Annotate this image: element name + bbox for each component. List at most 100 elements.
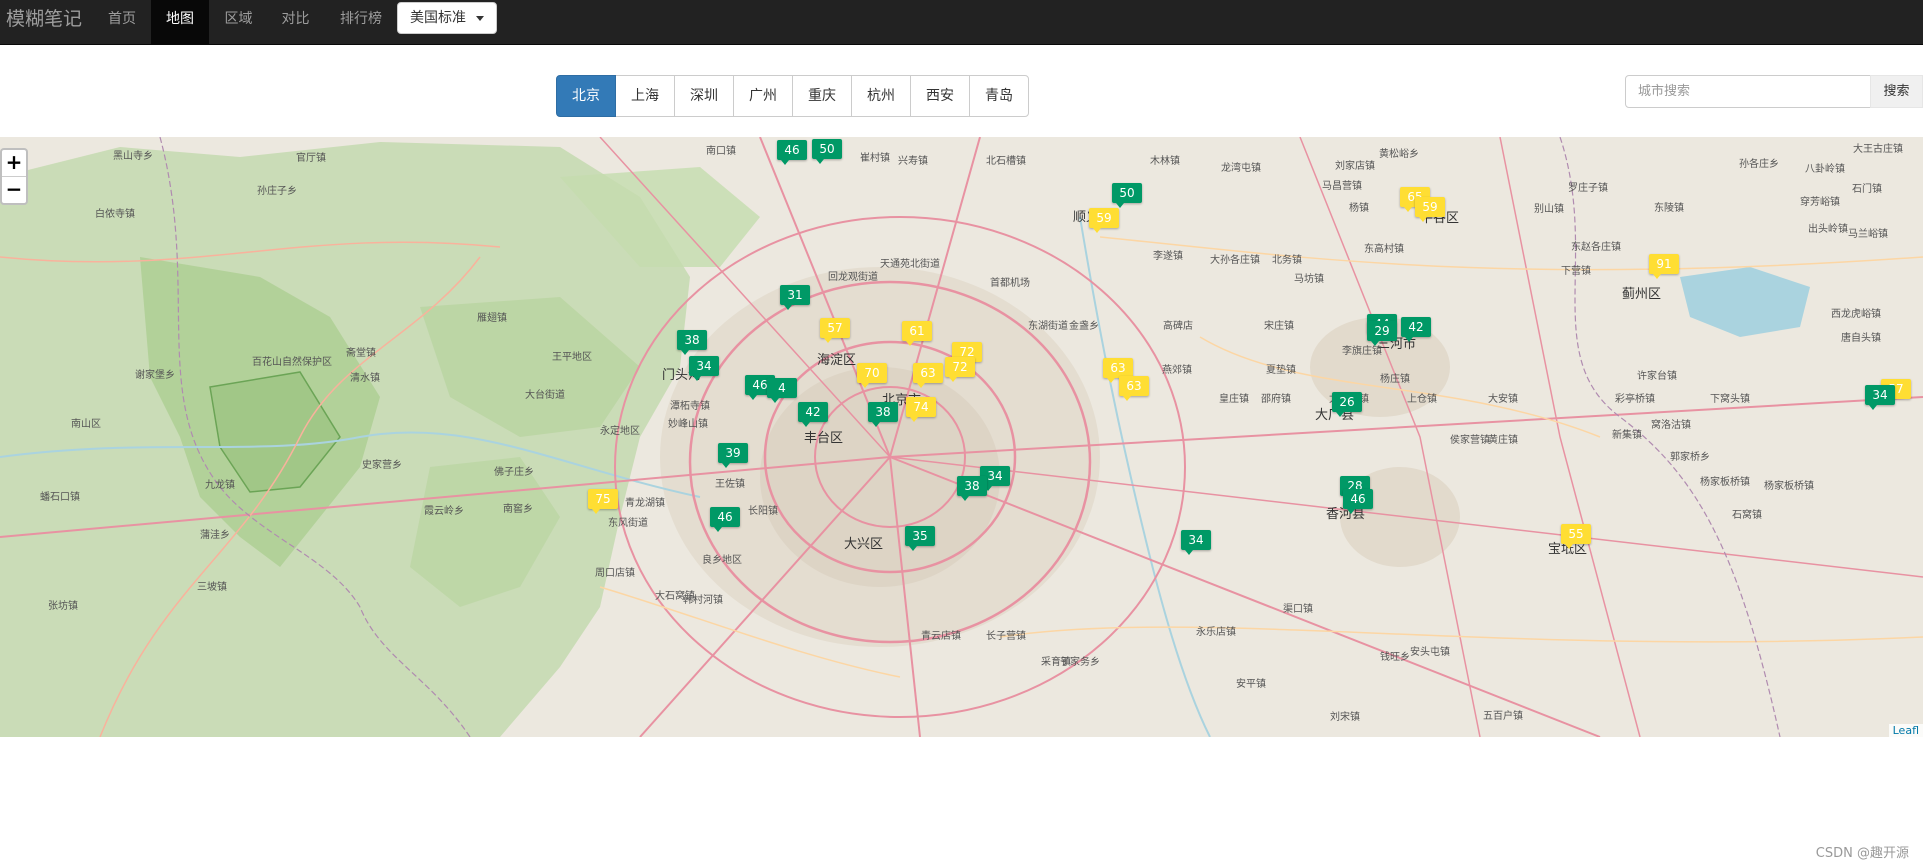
map-place-label: 下窝头镇 <box>1710 394 1750 405</box>
brand-logo[interactable]: 模糊笔记 <box>6 8 82 30</box>
map-place-label: 于家务乡 <box>1060 657 1100 668</box>
map-place-label: 郭家桥乡 <box>1670 452 1710 463</box>
map-place-label: 南口镇 <box>706 146 736 157</box>
map-place-label: 雁翅镇 <box>477 313 507 324</box>
aqi-marker[interactable]: 63 <box>1119 376 1149 401</box>
aqi-marker[interactable]: 50 <box>812 139 842 164</box>
aqi-marker[interactable]: 59 <box>1089 208 1119 233</box>
aqi-marker[interactable]: 74 <box>906 397 936 422</box>
nav-item-ranking[interactable]: 排行榜 <box>326 0 396 44</box>
nav-item-home[interactable]: 首页 <box>96 0 148 44</box>
aqi-marker[interactable]: 26 <box>1332 392 1362 417</box>
map-place-label: 石门镇 <box>1852 184 1882 195</box>
city-tab-shenzhen[interactable]: 深圳 <box>674 75 734 117</box>
aqi-marker[interactable]: 4 <box>767 378 797 403</box>
map-place-label: 王佐镇 <box>715 479 745 490</box>
map-place-label: 五百户镇 <box>1483 711 1523 722</box>
map-place-label: 白侬寺镇 <box>95 209 135 220</box>
csdn-watermark: CSDN @趣开源 <box>1815 846 1909 861</box>
map-place-label: 大王古庄镇 <box>1853 144 1903 155</box>
city-tab-guangzhou[interactable]: 广州 <box>733 75 793 117</box>
aqi-marker[interactable]: 57 <box>820 318 850 343</box>
map-place-label: 上仓镇 <box>1407 394 1437 405</box>
city-tab-xian[interactable]: 西安 <box>910 75 970 117</box>
aqi-marker[interactable]: 38 <box>868 402 898 427</box>
city-tab-beijing[interactable]: 北京 <box>556 75 616 117</box>
aqi-marker[interactable]: 34 <box>1181 530 1211 555</box>
zoom-out-button[interactable]: − <box>2 176 26 203</box>
aqi-marker[interactable]: 31 <box>780 285 810 310</box>
aqi-marker[interactable]: 34 <box>1865 385 1895 410</box>
map-place-label: 潭柘寺镇 <box>670 401 710 412</box>
aqi-marker[interactable]: 75 <box>588 489 618 514</box>
map-place-label: 马坊镇 <box>1294 274 1324 285</box>
city-tab-chongqing[interactable]: 重庆 <box>792 75 852 117</box>
aqi-marker[interactable]: 38 <box>957 476 987 501</box>
map-place-label: 黄松峪乡 <box>1379 149 1419 160</box>
aqi-marker[interactable]: 42 <box>1401 317 1431 342</box>
page: 模糊笔记 首页 地图 区域 对比 排行榜 美国标准 北京 上海 深圳 广州 重庆… <box>0 0 1923 868</box>
map-place-label: 大兴区 <box>844 537 884 552</box>
map-place-label: 刘宋镇 <box>1330 712 1360 723</box>
map-place-label: 大台街道 <box>525 390 565 401</box>
aqi-marker[interactable]: 70 <box>857 363 887 388</box>
map-place-label: 蓟州区 <box>1622 287 1662 302</box>
map-place-label: 兴寿镇 <box>898 156 928 167</box>
map-place-label: 官厅镇 <box>296 153 326 164</box>
map-place-label: 百花山自然保护区 <box>252 357 332 368</box>
aqi-marker[interactable]: 61 <box>902 321 932 346</box>
nav-item-compare[interactable]: 对比 <box>268 0 323 44</box>
aqi-marker[interactable]: 38 <box>677 330 707 355</box>
aqi-marker[interactable]: 50 <box>1112 183 1142 208</box>
aqi-marker[interactable]: 63 <box>913 363 943 388</box>
map-place-label: 宋庄镇 <box>1264 321 1294 332</box>
city-tab-shanghai[interactable]: 上海 <box>615 75 675 117</box>
map-place-label: 龙湾屯镇 <box>1221 163 1261 174</box>
map-place-label: 马昌营镇 <box>1322 181 1362 192</box>
aqi-marker[interactable]: 34 <box>689 356 719 381</box>
standard-dropdown[interactable]: 美国标准 <box>397 2 497 34</box>
aqi-marker[interactable]: 72 <box>945 357 975 382</box>
map-place-label: 大石窝镇 <box>655 591 695 602</box>
aqi-map[interactable]: 北京市海淀区丰台区大兴区顺义区门头沟大厂县香河县三河市平谷区蓟州区宝坻区百花山自… <box>0 137 1923 737</box>
aqi-marker[interactable]: 91 <box>1649 254 1679 279</box>
map-attribution-link[interactable]: Leafl <box>1888 724 1923 737</box>
map-place-label: 李遂镇 <box>1153 251 1183 262</box>
aqi-marker[interactable]: 46 <box>777 140 807 165</box>
map-place-label: 杨家板桥镇 <box>1700 477 1750 488</box>
aqi-marker[interactable]: 39 <box>718 443 748 468</box>
map-place-label: 回龙观街道 <box>828 272 878 283</box>
map-place-label: 九龙镇 <box>205 480 235 491</box>
city-search-input[interactable] <box>1625 75 1871 108</box>
city-tab-qingdao[interactable]: 青岛 <box>969 75 1029 117</box>
map-place-label: 周口店镇 <box>595 568 635 579</box>
map-place-label: 东赵各庄镇 <box>1571 242 1621 253</box>
map-place-label: 张坊镇 <box>48 601 78 612</box>
aqi-marker[interactable]: 63 <box>1103 358 1133 383</box>
aqi-marker[interactable]: 35 <box>905 526 935 551</box>
map-place-label: 新集镇 <box>1612 430 1642 441</box>
map-place-label: 黄庄镇 <box>1488 435 1518 446</box>
map-place-label: 唐自头镇 <box>1841 333 1881 344</box>
map-place-label: 北石槽镇 <box>986 156 1026 167</box>
map-place-label: 北务镇 <box>1272 255 1302 266</box>
aqi-marker[interactable]: 59 <box>1415 197 1445 222</box>
map-place-label: 渠口镇 <box>1283 604 1313 615</box>
map-place-label: 蒲洼乡 <box>200 530 230 541</box>
aqi-marker[interactable]: 29 <box>1367 321 1397 346</box>
search-button[interactable]: 搜索 <box>1870 75 1923 108</box>
map-place-label: 燕郊镇 <box>1162 365 1192 376</box>
map-place-label: 木林镇 <box>1150 156 1180 167</box>
aqi-marker[interactable]: 55 <box>1561 524 1591 549</box>
aqi-marker[interactable]: 46 <box>710 507 740 532</box>
nav-item-region[interactable]: 区域 <box>211 0 266 44</box>
map-place-label: 崔村镇 <box>860 153 890 164</box>
aqi-marker[interactable]: 42 <box>798 402 828 427</box>
city-tab-hangzhou[interactable]: 杭州 <box>851 75 911 117</box>
aqi-marker[interactable]: 46 <box>1343 489 1373 514</box>
map-place-label: 天通苑北街道 <box>880 259 940 270</box>
map-place-label: 杨家板桥镇 <box>1764 481 1814 492</box>
map-place-label: 史家营乡 <box>362 460 402 471</box>
zoom-in-button[interactable]: + <box>2 150 26 176</box>
nav-item-map[interactable]: 地图 <box>151 0 209 44</box>
